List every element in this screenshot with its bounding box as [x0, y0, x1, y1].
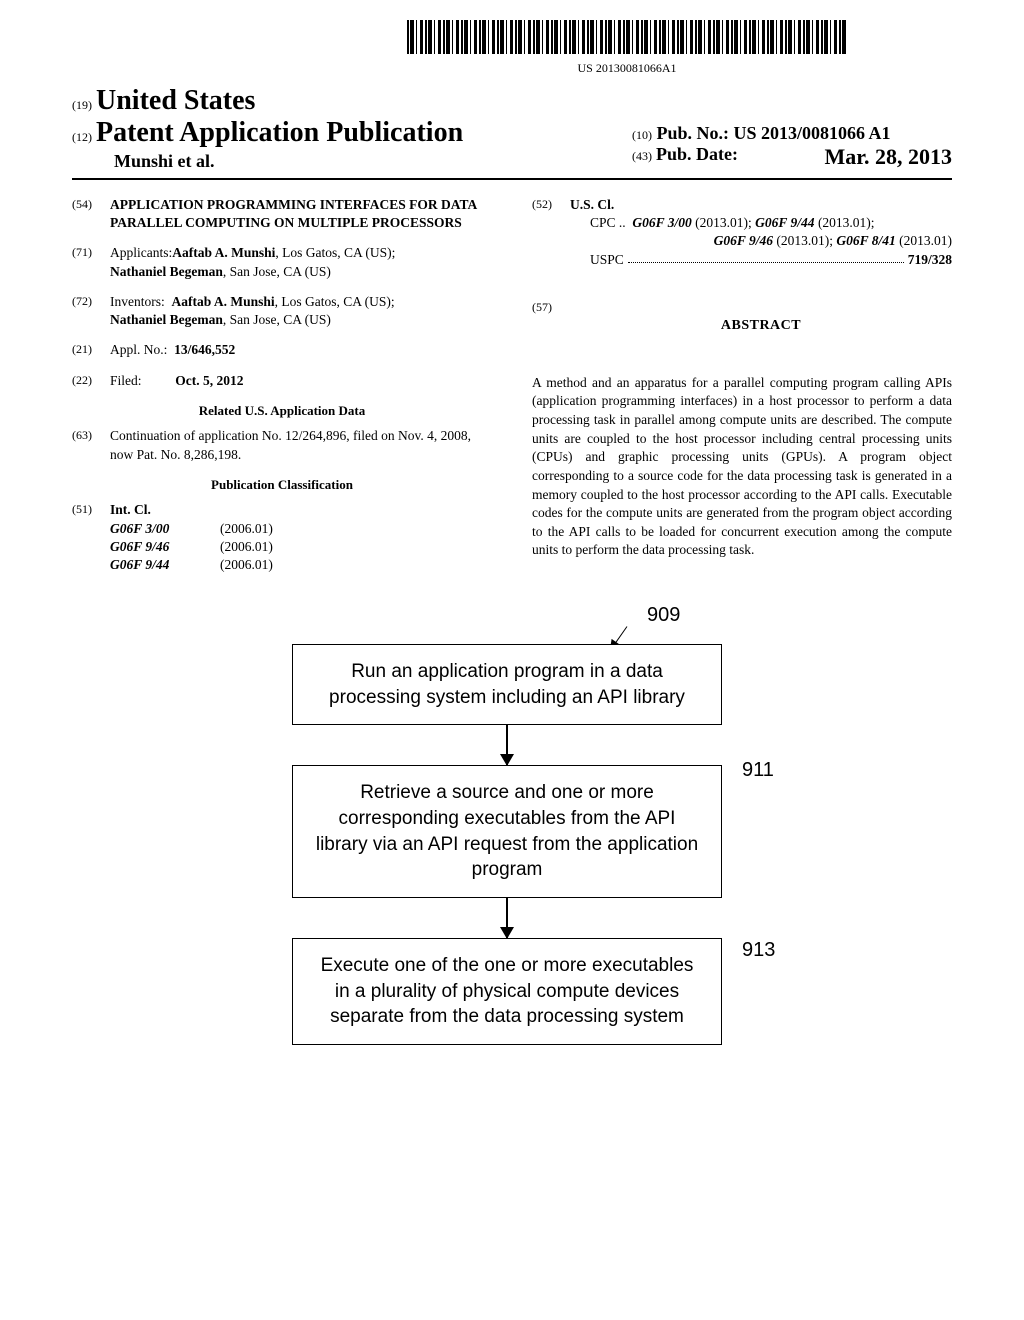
cpc-yr: (2013.01) [896, 233, 952, 248]
bib-right-column: (52) U.S. Cl. CPC .. G06F 3/00 (2013.01)… [532, 196, 952, 574]
intcl-row: G06F 9/46 (2006.01) [110, 538, 492, 556]
appl-no-label: Appl. No.: [110, 342, 167, 357]
field-22: (22) Filed: Oct. 5, 2012 [72, 372, 492, 390]
ref-913: 913 [742, 939, 775, 962]
applicant1-name: Aaftab A. Munshi [172, 245, 275, 260]
flow-box-3: Execute one of the one or more executabl… [292, 938, 722, 1045]
ref-911: 911 [742, 759, 774, 782]
intcl-year: (2006.01) [220, 556, 273, 574]
code-10: (10) [632, 128, 652, 142]
field-71: (71) Applicants:Aaftab A. Munshi, Los Ga… [72, 244, 492, 280]
flow-box-2: Retrieve a source and one or more corres… [292, 765, 722, 898]
filed-value: Oct. 5, 2012 [175, 373, 243, 388]
intcl-year: (2006.01) [220, 520, 273, 538]
cpc-yr: (2013.01); [815, 215, 875, 230]
applicant2-rest: , San Jose, CA (US) [223, 264, 331, 279]
inventor1-name: Aaftab A. Munshi [172, 294, 275, 309]
flow-box-1: Run an application program in a data pro… [292, 644, 722, 725]
cpc-line: CPC .. G06F 3/00 (2013.01); G06F 9/44 (2… [590, 214, 952, 250]
field-72: (72) Inventors: Aaftab A. Munshi, Los Ga… [72, 293, 492, 329]
cpc-code: G06F 8/41 [836, 233, 895, 248]
code-19: (19) [72, 98, 92, 112]
cpc-code: G06F 9/44 [755, 215, 814, 230]
code-51: (51) [72, 501, 110, 574]
abstract-text: A method and an apparatus for a parallel… [532, 374, 952, 560]
bibliographic-section: (54) APPLICATION PROGRAMMING INTERFACES … [72, 196, 952, 574]
flowchart: 909 Run an application program in a data… [292, 644, 722, 1045]
inventor2-rest: , San Jose, CA (US) [223, 312, 331, 327]
code-63: (63) [72, 427, 110, 463]
us-cl-label: U.S. Cl. [570, 196, 952, 214]
applicant2-name: Nathaniel Begeman [110, 264, 223, 279]
code-71: (71) [72, 244, 110, 280]
pub-classification-header: Publication Classification [72, 476, 492, 494]
abstract-header: ABSTRACT [570, 317, 952, 336]
code-12: (12) [72, 130, 92, 144]
cpc-yr: (2013.01); [692, 215, 755, 230]
intcl-code: G06F 3/00 [110, 520, 220, 538]
intcl-row: G06F 9/44 (2006.01) [110, 556, 492, 574]
field-51: (51) Int. Cl. G06F 3/00 (2006.01) G06F 9… [72, 501, 492, 574]
code-57: (57) [532, 299, 570, 362]
pub-date-value: Mar. 28, 2013 [824, 144, 952, 170]
cpc-code: G06F 9/46 [714, 233, 773, 248]
intcl-code: G06F 9/46 [110, 538, 220, 556]
pub-no-value: US 2013/0081066 A1 [734, 123, 891, 143]
related-data-header: Related U.S. Application Data [72, 402, 492, 420]
field-63: (63) Continuation of application No. 12/… [72, 427, 492, 463]
field-52: (52) U.S. Cl. CPC .. G06F 3/00 (2013.01)… [532, 196, 952, 269]
barcode-graphic [407, 20, 847, 54]
arrow-icon [506, 898, 508, 938]
dot-leader [628, 251, 904, 263]
header-block: (19) United States (12) Patent Applicati… [72, 85, 952, 180]
filed-label: Filed: [110, 373, 142, 388]
uspc-value: 719/328 [908, 251, 952, 269]
code-22: (22) [72, 372, 110, 390]
invention-title: APPLICATION PROGRAMMING INTERFACES FOR D… [110, 196, 492, 232]
continuation-text: Continuation of application No. 12/264,8… [110, 427, 492, 463]
int-cl-label: Int. Cl. [110, 501, 492, 519]
pub-no-label: Pub. No.: [657, 123, 730, 143]
code-43: (43) [632, 149, 652, 163]
patent-page: US 20130081066A1 (19) United States (12)… [72, 20, 952, 1045]
code-72: (72) [72, 293, 110, 329]
uspc-label: USPC [590, 251, 624, 269]
field-57: (57) ABSTRACT [532, 299, 952, 362]
field-54: (54) APPLICATION PROGRAMMING INTERFACES … [72, 196, 492, 232]
bib-left-column: (54) APPLICATION PROGRAMMING INTERFACES … [72, 196, 492, 574]
code-52: (52) [532, 196, 570, 269]
publication-type: Patent Application Publication [96, 117, 463, 148]
inventors-label: Inventors: [110, 294, 165, 309]
inventor1-rest: , Los Gatos, CA (US); [275, 294, 395, 309]
applicants-label: Applicants: [110, 245, 172, 260]
barcode-text: US 20130081066A1 [407, 61, 847, 76]
code-21: (21) [72, 341, 110, 359]
intcl-code: G06F 9/44 [110, 556, 220, 574]
field-21: (21) Appl. No.: 13/646,552 [72, 341, 492, 359]
appl-no-value: 13/646,552 [174, 342, 235, 357]
cpc-code: G06F 3/00 [632, 215, 691, 230]
inventor2-name: Nathaniel Begeman [110, 312, 223, 327]
arrow-icon [506, 725, 508, 765]
intcl-year: (2006.01) [220, 538, 273, 556]
applicant1-rest: , Los Gatos, CA (US); [275, 245, 395, 260]
ref-909: 909 [647, 604, 680, 627]
country: United States [96, 85, 255, 116]
cpc-prefix: CPC .. [590, 215, 626, 230]
authors-line: Munshi et al. [114, 151, 463, 172]
intcl-row: G06F 3/00 (2006.01) [110, 520, 492, 538]
cpc-yr: (2013.01); [773, 233, 836, 248]
code-54: (54) [72, 196, 110, 232]
figure-area: 900B 909 Run an application program in a… [72, 644, 952, 1045]
barcode-region: US 20130081066A1 [72, 20, 952, 77]
pub-date-label: Pub. Date: [656, 144, 738, 164]
